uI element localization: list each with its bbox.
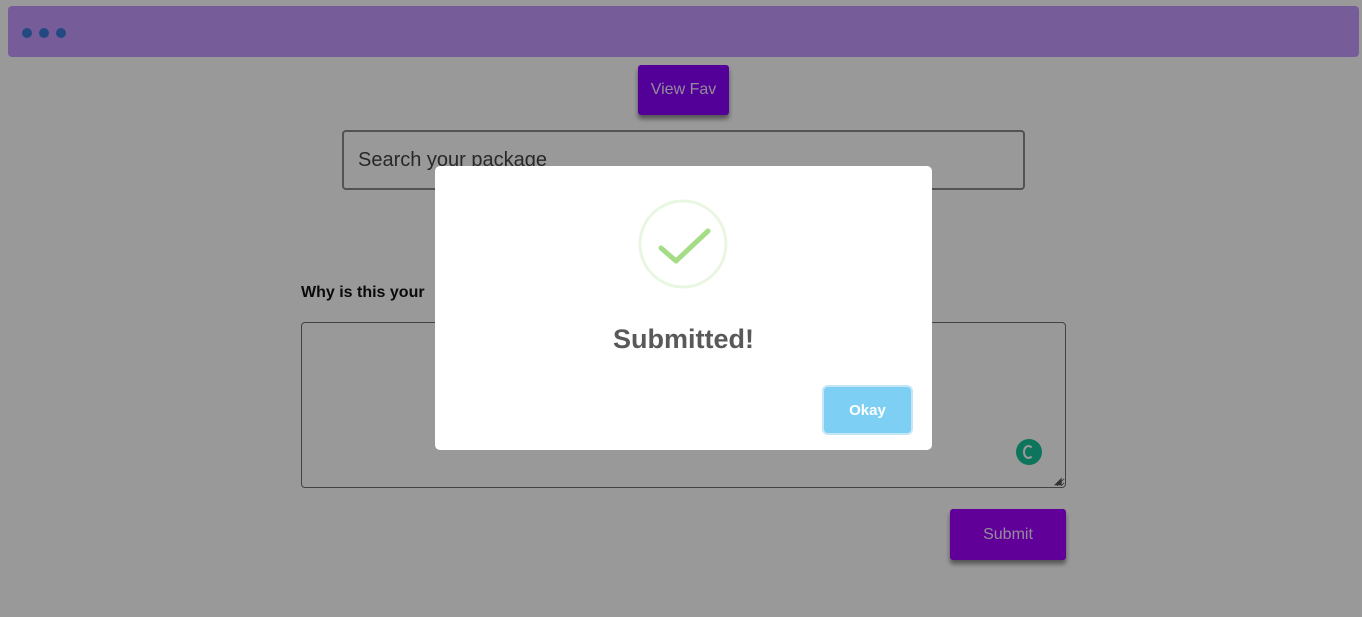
success-dialog: Submitted! Okay xyxy=(435,166,932,450)
okay-button[interactable]: Okay xyxy=(824,387,911,433)
dialog-title: Submitted! xyxy=(613,324,754,354)
success-check-icon xyxy=(638,199,728,289)
page: View Fav Why is this your ◢ Submit Submi… xyxy=(0,0,1362,617)
